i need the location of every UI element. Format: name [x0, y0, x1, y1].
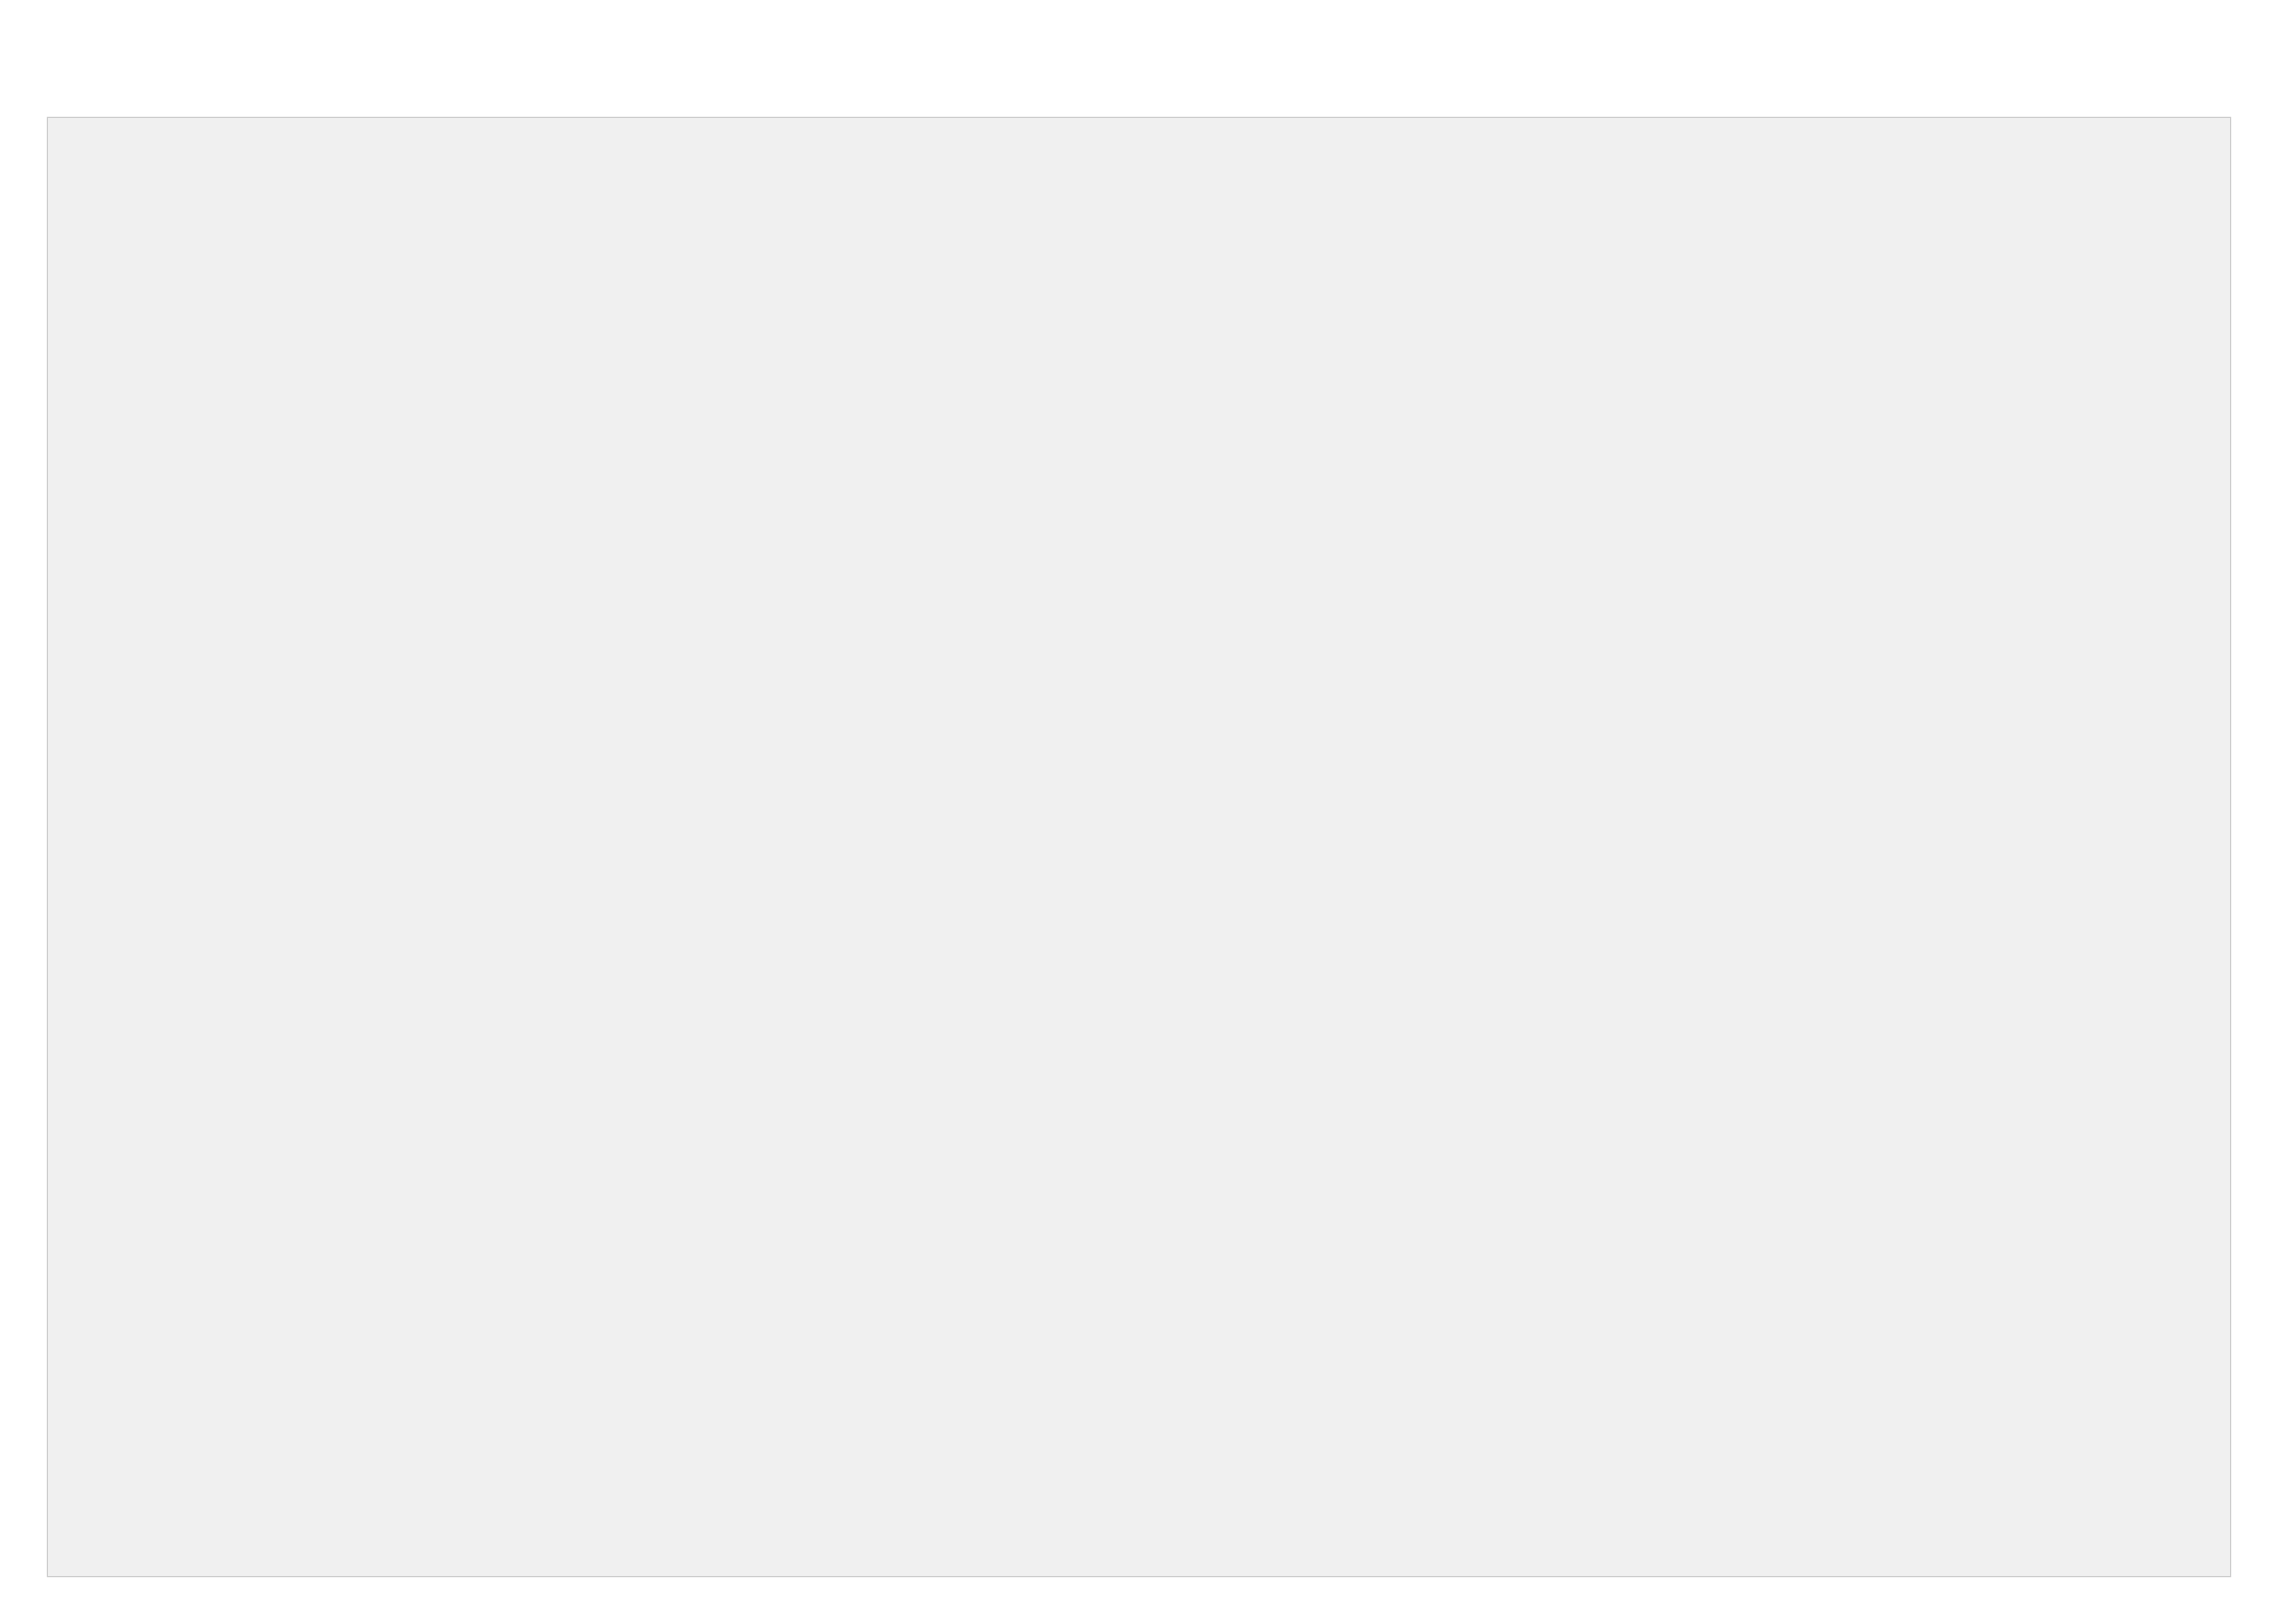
content-area — [47, 117, 2231, 1577]
page — [0, 0, 2278, 1624]
